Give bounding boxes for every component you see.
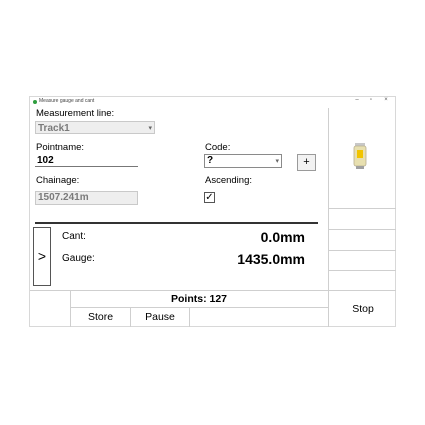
title-bar: Measure gauge and cant – ▫ × [30, 97, 395, 108]
cant-value: 0.0mm [260, 229, 305, 245]
measurement-line-label: Measurement line: [36, 108, 115, 119]
pause-button[interactable]: Pause [130, 308, 189, 327]
maximize-button[interactable]: ▫ [366, 97, 376, 103]
minimize-button[interactable]: – [352, 97, 362, 103]
ascending-checkbox[interactable]: ✓ [204, 192, 215, 203]
footer-empty-cell [189, 308, 328, 327]
section-separator [35, 222, 318, 224]
add-code-button[interactable]: + [297, 154, 316, 171]
right-panel-divider [328, 108, 329, 327]
total-station-icon [353, 143, 367, 169]
measure-gauge-window: Measure gauge and cant – ▫ × Measurement… [29, 96, 396, 327]
window-title: Measure gauge and cant [39, 98, 95, 104]
panel-divider [329, 250, 396, 251]
code-label: Code: [205, 142, 231, 153]
chevron-down-icon: ▾ [148, 125, 152, 132]
code-value: ? [207, 155, 214, 166]
panel-divider [329, 270, 396, 271]
cant-label: Cant: [62, 231, 86, 242]
next-button[interactable]: > [33, 227, 51, 286]
gauge-value: 1435.0mm [237, 251, 305, 267]
chainage-input: 1507.241m [35, 191, 138, 205]
chainage-label: Chainage: [36, 175, 80, 186]
measurement-line-value: Track1 [38, 123, 70, 134]
measurement-line-select[interactable]: Track1 ▾ [35, 121, 155, 134]
panel-divider [329, 208, 396, 209]
close-button[interactable]: × [381, 97, 391, 103]
stop-button[interactable]: Stop [330, 291, 396, 327]
app-icon [33, 100, 37, 104]
code-select[interactable]: ? ▾ [204, 154, 282, 168]
points-count: Points: 127 [170, 293, 228, 305]
store-button[interactable]: Store [70, 308, 130, 327]
chevron-down-icon: ▾ [275, 158, 279, 165]
pointname-label: Pointname: [36, 142, 85, 153]
ascending-label: Ascending: [205, 175, 253, 186]
panel-divider [329, 229, 396, 230]
pointname-input[interactable]: 102 [35, 154, 138, 167]
gauge-label: Gauge: [62, 253, 95, 264]
